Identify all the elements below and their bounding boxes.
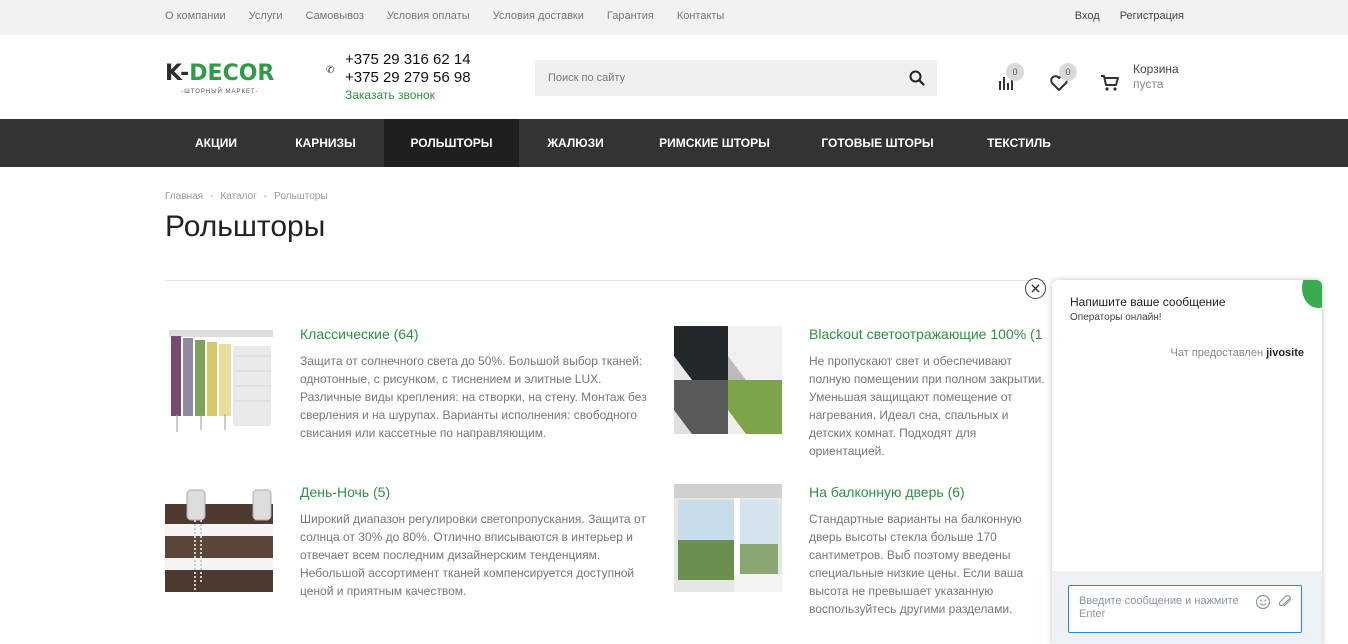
attach-icon[interactable] bbox=[1277, 594, 1293, 610]
phone-block: +375 29 316 62 14 +375 29 279 56 98 Зака… bbox=[345, 51, 471, 103]
phone-icon: ✆ bbox=[326, 65, 335, 76]
nav-item-blinds[interactable]: Жалюзи bbox=[519, 119, 632, 167]
chat-subtitle: Операторы онлайн! bbox=[1070, 312, 1162, 323]
chat-title: Напишите ваше сообщение bbox=[1070, 295, 1226, 309]
chat-powered-label: Чат предоставлен bbox=[1170, 347, 1264, 359]
category-desc-classic: Защита от солнечного света до 50%. Больш… bbox=[300, 354, 647, 440]
main-nav: Акции Карнизы Рольшторы Жалюзи Римские ш… bbox=[0, 119, 1348, 167]
logo[interactable]: K-DECOR -ШТОРНЫЙ МАРКЕТ- bbox=[165, 61, 277, 101]
chat-input-area: Введите сообщение и нажмите Enter bbox=[1052, 571, 1322, 644]
nav-item-roller-blinds[interactable]: Рольшторы bbox=[384, 119, 519, 167]
logo-wordmark: K-DECOR bbox=[165, 61, 275, 86]
top-link-services[interactable]: Услуги bbox=[249, 10, 283, 22]
callback-link[interactable]: Заказать звонок bbox=[345, 87, 471, 103]
search-input[interactable] bbox=[535, 60, 895, 96]
top-links: О компании Услуги Самовывоз Условия опла… bbox=[165, 10, 747, 22]
compare-count-badge: 0 bbox=[1006, 63, 1024, 81]
auth-links: Вход Регистрация bbox=[1075, 10, 1184, 22]
search-bar bbox=[535, 60, 937, 96]
jivosite-logo[interactable]: jivosite bbox=[1266, 347, 1304, 359]
category-image-classic[interactable] bbox=[165, 326, 273, 434]
login-link[interactable]: Вход bbox=[1075, 10, 1100, 22]
nav-item-ready-curtains[interactable]: Готовые шторы bbox=[797, 119, 958, 167]
breadcrumb: Главная - Каталог - Рольшторы bbox=[165, 191, 328, 202]
category-desc-blackout: Не пропускают свет и обеспечивают полную… bbox=[809, 354, 1045, 458]
category-desc-balcony-door: Стандартные варианты на балконную дверь … bbox=[809, 512, 1024, 616]
cart-status: пуста bbox=[1133, 77, 1164, 91]
breadcrumb-separator: - bbox=[210, 191, 214, 202]
nav-item-roman-shades[interactable]: Римские шторы bbox=[632, 119, 797, 167]
emoji-icon[interactable] bbox=[1255, 594, 1271, 610]
category-title-day-night[interactable]: День-Ночь (5) bbox=[300, 484, 390, 500]
cart-summary[interactable]: Корзина пуста bbox=[1133, 62, 1179, 92]
category-title-blackout[interactable]: Blackout светоотражающие 100% (1 bbox=[809, 326, 1043, 342]
chat-input-placeholder: Введите сообщение и нажмите Enter bbox=[1079, 595, 1239, 620]
category-desc-day-night: Широкий диапазон регулировки светопропус… bbox=[300, 512, 646, 598]
top-link-payment[interactable]: Условия оплаты bbox=[387, 10, 470, 22]
chat-powered-by: Чат предоставлен jivosite bbox=[1171, 347, 1305, 359]
chat-message-input[interactable]: Введите сообщение и нажмите Enter bbox=[1068, 585, 1302, 633]
top-bar: О компании Услуги Самовывоз Условия опла… bbox=[0, 0, 1348, 35]
logo-tagline: -ШТОРНЫЙ МАРКЕТ- bbox=[181, 89, 259, 95]
cart-icon[interactable] bbox=[1100, 73, 1120, 93]
cart-title: Корзина bbox=[1133, 62, 1179, 76]
category-image-balcony-door[interactable] bbox=[674, 484, 782, 592]
top-link-about[interactable]: О компании bbox=[165, 10, 226, 22]
breadcrumb-separator: - bbox=[263, 191, 268, 202]
nav-item-cornices[interactable]: Карнизы bbox=[267, 119, 384, 167]
favorites-count-badge: 0 bbox=[1059, 63, 1077, 81]
phone-number-2[interactable]: +375 29 279 56 98 bbox=[345, 69, 471, 87]
phone-number-1[interactable]: +375 29 316 62 14 bbox=[345, 51, 471, 69]
top-link-delivery[interactable]: Условия доставки bbox=[493, 10, 584, 22]
divider bbox=[165, 280, 1045, 281]
category-title-classic[interactable]: Классические (64) bbox=[300, 326, 419, 342]
top-link-warranty[interactable]: Гарантия bbox=[607, 10, 654, 22]
chat-close-icon[interactable] bbox=[1025, 278, 1046, 299]
category-image-day-night[interactable] bbox=[165, 484, 273, 592]
top-link-pickup[interactable]: Самовывоз bbox=[306, 10, 364, 22]
page-title: Рольшторы bbox=[165, 210, 326, 243]
breadcrumb-current: Рольшторы bbox=[274, 191, 328, 202]
top-link-contacts[interactable]: Контакты bbox=[677, 10, 725, 22]
breadcrumb-home[interactable]: Главная bbox=[165, 191, 203, 202]
chat-status-indicator bbox=[1302, 280, 1322, 308]
nav-item-promo[interactable]: Акции bbox=[165, 119, 267, 167]
register-link[interactable]: Регистрация bbox=[1120, 10, 1184, 22]
category-title-balcony-door[interactable]: На балконную дверь (6) bbox=[809, 484, 965, 500]
nav-item-textile[interactable]: Текстиль bbox=[958, 119, 1080, 167]
breadcrumb-catalog[interactable]: Каталог bbox=[220, 191, 256, 202]
search-icon[interactable] bbox=[909, 70, 925, 86]
category-image-blackout[interactable] bbox=[674, 326, 782, 434]
chat-widget: Напишите ваше сообщение Операторы онлайн… bbox=[1052, 280, 1322, 644]
